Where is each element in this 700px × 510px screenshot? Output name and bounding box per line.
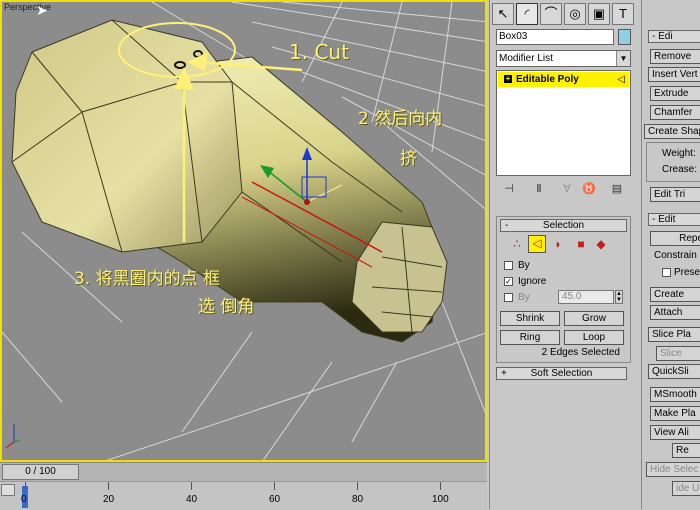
remove-modifier-icon[interactable]: ♉ (582, 182, 596, 196)
rollout-title: Soft Selection (530, 368, 593, 379)
expand-icon[interactable]: + (504, 75, 512, 84)
by-vertex-checkbox[interactable] (504, 261, 513, 270)
attach-button[interactable]: Attach (650, 305, 700, 320)
constraints-label: Constrain (654, 250, 697, 261)
polygon-mode-icon[interactable]: ■ (574, 237, 588, 251)
edit-edges-panel: - Edi Remove Insert Vert Extrude Chamfer… (641, 0, 700, 509)
stack-item-editable-poly[interactable]: + Editable Poly ◁ (498, 72, 629, 87)
annotation-chamfer-line2: 选 倒角 (198, 297, 255, 317)
grow-button[interactable]: Grow (564, 311, 624, 326)
extrude-button[interactable]: Extrude (650, 86, 700, 101)
modify-icon[interactable]: ◜ (516, 3, 538, 25)
time-slider-track[interactable]: 0 / 100 (0, 462, 487, 481)
hide-selected-button[interactable]: Hide Selec (646, 462, 700, 477)
modifier-list-dropdown[interactable]: Modifier List ▼ (496, 50, 631, 67)
repeat-last-button[interactable]: Repe (650, 231, 700, 246)
cursor-icon: ➤ (36, 2, 48, 18)
create-button[interactable]: Create (650, 287, 700, 302)
soft-selection-rollout-header[interactable]: + Soft Selection (496, 367, 627, 380)
element-mode-icon[interactable]: ◆ (594, 237, 608, 251)
configure-sets-icon[interactable]: ▤ (610, 182, 624, 196)
msmooth-button[interactable]: MSmooth (650, 387, 700, 402)
preserve-uvs-checkbox[interactable] (662, 268, 671, 277)
tick-label: 80 (352, 494, 364, 505)
viewport-scene (2, 2, 485, 460)
create-shape-button[interactable]: Create Shape (644, 124, 700, 139)
rollout-title: Selection (542, 220, 585, 231)
by-vertex-label: By (518, 260, 530, 271)
tick-label: 0 (21, 494, 27, 505)
command-panel: ↖ ◜ ⌒ ◎ ▣ T Box03 Modifier List ▼ + Edita… (489, 0, 635, 509)
timeline-ruler[interactable]: 0 20 40 60 80 100 (0, 481, 487, 510)
tick-label: 100 (432, 494, 449, 505)
object-name-input[interactable]: Box03 (496, 29, 614, 45)
edit-tri-button[interactable]: Edit Tri (650, 187, 700, 202)
by-angle-checkbox[interactable] (504, 293, 513, 302)
create-icon[interactable]: ↖ (492, 3, 514, 25)
edge-mode-icon[interactable]: ◁ (528, 235, 546, 253)
chamfer-button[interactable]: Chamfer (650, 105, 700, 120)
hierarchy-icon[interactable]: ⌒ (540, 3, 562, 25)
tick-label: 20 (103, 494, 115, 505)
object-color-swatch[interactable] (618, 29, 631, 45)
vertex-mode-icon[interactable]: ∴ (510, 237, 524, 251)
reset-plane-button[interactable]: Re (672, 443, 700, 458)
quickslice-button[interactable]: QuickSli (648, 364, 700, 379)
remove-button[interactable]: Remove (650, 49, 700, 64)
angle-spinner[interactable]: 45.0 (558, 290, 614, 304)
tick-label: 40 (186, 494, 198, 505)
ignore-backfacing-checkbox[interactable]: ✓ (504, 277, 513, 286)
axis-tripod-icon (5, 424, 21, 449)
stack-item-label: Editable Poly (516, 74, 579, 85)
edit-edges-rollout-header[interactable]: - Edi (648, 30, 700, 43)
crease-label: Crease: (662, 164, 698, 175)
weight-label: Weight: (662, 148, 696, 159)
annotation-cut: 1. Cut (289, 40, 349, 64)
ring-button[interactable]: Ring (500, 330, 560, 345)
display-icon[interactable]: ▣ (588, 3, 610, 25)
key-mode-icon[interactable] (1, 484, 15, 496)
edit-geometry-rollout-header[interactable]: - Edit (648, 213, 700, 226)
perspective-viewport[interactable]: Perspective ➤ 1. Cut 2 然后向内 挤 3. 将黑圈内的点 … (0, 0, 487, 462)
chevron-down-icon: ▼ (616, 51, 630, 66)
border-mode-icon[interactable]: ◗ (551, 237, 565, 251)
motion-icon[interactable]: ◎ (564, 3, 586, 25)
utilities-icon[interactable]: T (612, 3, 634, 25)
time-slider-thumb[interactable]: 0 / 100 (2, 464, 79, 480)
show-end-result-icon[interactable]: Ⅱ (532, 182, 546, 196)
shrink-button[interactable]: Shrink (500, 311, 560, 326)
preserve-uvs-label: Prese (674, 267, 700, 278)
loop-button[interactable]: Loop (564, 330, 624, 345)
modifier-list-label: Modifier List (499, 53, 553, 64)
selection-status: 2 Edges Selected (541, 347, 620, 358)
spinner-arrows-icon[interactable]: ▲ ▼ (615, 290, 623, 304)
slice-plane-button[interactable]: Slice Pla (648, 327, 700, 342)
edge-mode-icon: ◁ (617, 74, 625, 85)
ignore-backfacing-label: Ignore (518, 276, 547, 287)
insert-vertex-button[interactable]: Insert Vert (648, 67, 700, 82)
make-planar-button[interactable]: Make Pla (650, 406, 700, 421)
make-unique-icon[interactable]: ∀ (560, 182, 574, 196)
annotation-extrude-line1: 2 然后向内 (358, 109, 443, 129)
selection-rollout-header[interactable]: - Selection (500, 219, 627, 232)
tick-label: 60 (269, 494, 281, 505)
slice-button[interactable]: Slice (656, 346, 700, 361)
pin-stack-icon[interactable]: ⊣ (502, 182, 516, 196)
annotation-chamfer-line1: 3. 将黑圈内的点 框 (74, 269, 221, 289)
annotation-extrude-line2: 挤 (400, 149, 417, 169)
view-align-button[interactable]: View Ali (650, 425, 700, 440)
by-angle-label: By (518, 292, 530, 303)
modifier-stack[interactable]: + Editable Poly ◁ (496, 70, 631, 176)
unhide-all-button[interactable]: ide U (672, 481, 700, 496)
